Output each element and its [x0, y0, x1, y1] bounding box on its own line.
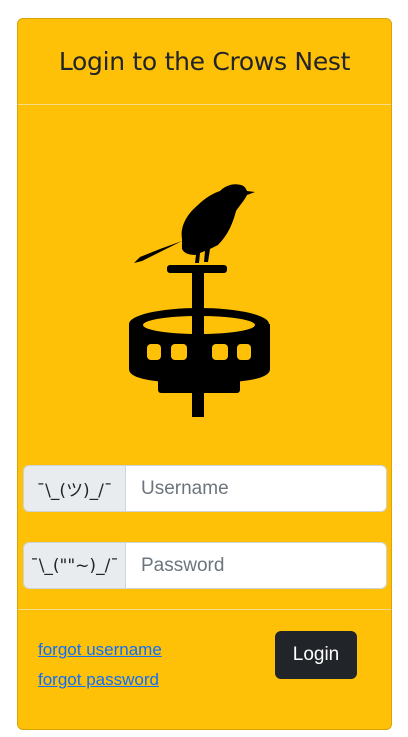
page-title: Login to the Crows Nest — [58, 47, 351, 76]
username-input[interactable] — [126, 466, 386, 511]
username-input-group: ¯\_(ツ)_/¯ — [23, 465, 387, 512]
password-addon: ¯\_(""~)_/¯ — [24, 543, 126, 588]
username-addon: ¯\_(ツ)_/¯ — [24, 466, 126, 511]
forgot-password-link[interactable]: forgot password — [38, 670, 159, 690]
card-header: Login to the Crows Nest — [18, 19, 391, 105]
password-input-group: ¯\_(""~)_/¯ — [23, 542, 387, 589]
login-button[interactable]: Login — [275, 631, 357, 679]
forgot-username-link[interactable]: forgot username — [38, 640, 162, 660]
card-footer: forgot username forgot password Login — [18, 609, 391, 729]
login-card: Login to the Crows Nest ¯\_(ツ)_/¯ ¯\_ — [17, 18, 392, 730]
crow-on-crows-nest-icon — [129, 184, 270, 417]
password-input[interactable] — [126, 543, 386, 588]
